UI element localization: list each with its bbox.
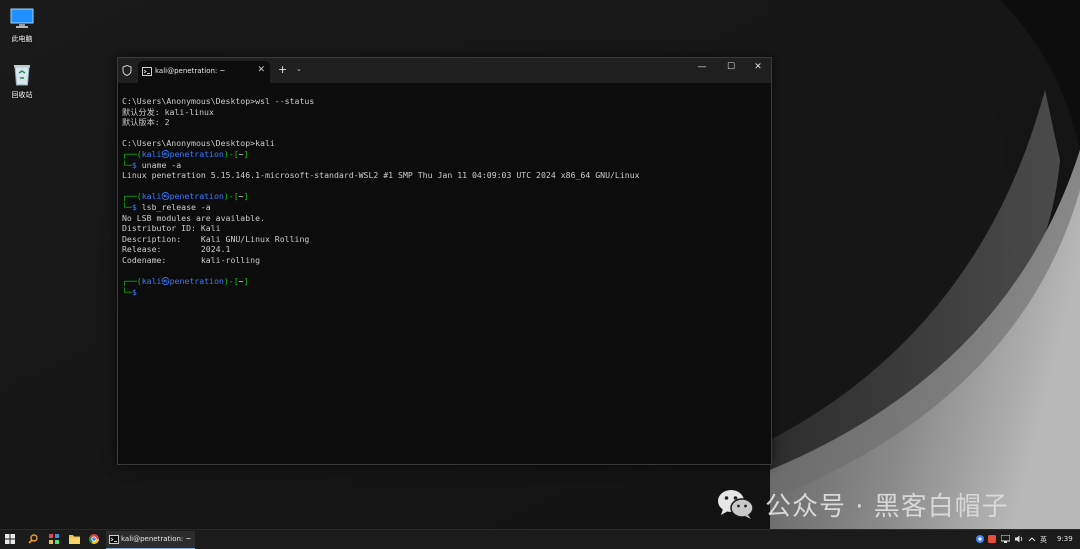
prompt-user-host: kali㉿penetration xyxy=(141,276,224,287)
output-line: C:\Users\Anonymous\Desktop>wsl --status xyxy=(122,96,315,106)
output-line: Description: Kali GNU/Linux Rolling xyxy=(122,233,310,244)
desktop-icon-recycle-bin[interactable]: 回收站 xyxy=(0,62,44,100)
tab-title: kali@penetration: ~ xyxy=(155,67,226,75)
prompt-frame: ┌──( xyxy=(122,148,142,159)
output-line: 默认分发: kali-linux xyxy=(122,106,214,117)
chrome-tray-icon[interactable] xyxy=(976,535,984,543)
prompt-user-host: kali㉿penetration xyxy=(141,191,224,202)
output-line: No LSB modules are available. xyxy=(122,212,265,223)
wechat-icon xyxy=(718,490,754,519)
taskbar: kali@penetration: ~ 英 9:39 xyxy=(0,529,1080,549)
taskbar-terminal-button[interactable]: kali@penetration: ~ xyxy=(106,531,195,549)
desktop-icon-label: 此电脑 xyxy=(11,35,33,43)
tab-close-button[interactable]: ✕ xyxy=(257,65,265,75)
output-line: Codename: kali-rolling xyxy=(122,254,261,265)
command-text: uname -a xyxy=(136,159,182,170)
prompt-frame: ] xyxy=(243,148,249,159)
task-view-icon[interactable] xyxy=(49,534,59,544)
title-bar[interactable]: kali@penetration: ~ ✕ + ⌄ — ☐ ✕ xyxy=(118,58,771,83)
maximize-button[interactable]: ☐ xyxy=(724,62,738,72)
tab-dropdown-button[interactable]: ⌄ xyxy=(296,65,302,73)
shield-icon xyxy=(122,65,132,76)
search-icon[interactable] xyxy=(28,534,38,544)
recycle-bin-icon xyxy=(14,65,30,86)
network-icon[interactable] xyxy=(1001,535,1010,543)
file-explorer-icon[interactable] xyxy=(69,534,80,544)
output-line: Release: 2024.1 xyxy=(122,244,231,255)
desktop-icon-label: 回收站 xyxy=(11,91,33,99)
prompt-frame: ┌──( xyxy=(122,276,142,287)
app-tray-icon[interactable] xyxy=(988,535,996,543)
output-line: Linux penetration 5.15.146.1-microsoft-s… xyxy=(122,170,640,181)
prompt-frame: )-[ xyxy=(223,276,239,287)
taskbar-window-label: kali@penetration: ~ xyxy=(121,535,192,543)
windows-start-icon[interactable] xyxy=(5,534,15,544)
prompt-frame: └─ xyxy=(122,201,132,212)
ime-indicator[interactable]: 英 xyxy=(1040,535,1047,545)
clock[interactable]: 9:39 xyxy=(1057,535,1073,543)
chevron-up-icon[interactable] xyxy=(1028,536,1036,542)
prompt-frame: )-[ xyxy=(223,148,239,159)
volume-icon[interactable] xyxy=(1015,535,1024,543)
desktop-icon-this-pc[interactable]: 此电脑 xyxy=(0,8,44,44)
command-text: lsb_release -a xyxy=(136,201,211,212)
prompt-frame: ] xyxy=(243,191,249,202)
terminal-icon xyxy=(109,535,119,544)
terminal-output[interactable]: C:\Users\Anonymous\Desktop>wsl --status … xyxy=(122,96,762,297)
output-line: Distributor ID: Kali xyxy=(122,223,221,234)
prompt-frame: ] xyxy=(243,276,249,287)
close-window-button[interactable]: ✕ xyxy=(751,62,765,72)
chrome-icon[interactable] xyxy=(89,534,99,544)
prompt-frame: └─ xyxy=(122,159,132,170)
watermark: 公众号 · 黑客白帽子 xyxy=(717,488,1009,522)
tab-kali-terminal[interactable]: kali@penetration: ~ ✕ xyxy=(138,61,270,83)
new-tab-button[interactable]: + xyxy=(278,63,287,76)
terminal-icon xyxy=(142,67,152,76)
prompt-frame: ┌──( xyxy=(122,191,142,202)
watermark-text: 公众号 · 黑客白帽子 xyxy=(765,491,1009,522)
desktop: 此电脑 回收站 kali@penetration: ~ ✕ + ⌄ — ☐ ✕ … xyxy=(0,0,1080,529)
monitor-icon xyxy=(10,8,34,28)
minimize-button[interactable]: — xyxy=(695,62,709,72)
prompt-frame: )-[ xyxy=(223,191,239,202)
prompt-dollar: $ xyxy=(131,286,137,297)
prompt-frame: └─ xyxy=(122,286,132,297)
output-line: C:\Users\Anonymous\Desktop>kali xyxy=(122,138,275,149)
output-line: 默认版本: 2 xyxy=(122,117,170,128)
terminal-window[interactable]: kali@penetration: ~ ✕ + ⌄ — ☐ ✕ C:\Users… xyxy=(117,57,772,465)
prompt-user-host: kali㉿penetration xyxy=(141,148,224,159)
